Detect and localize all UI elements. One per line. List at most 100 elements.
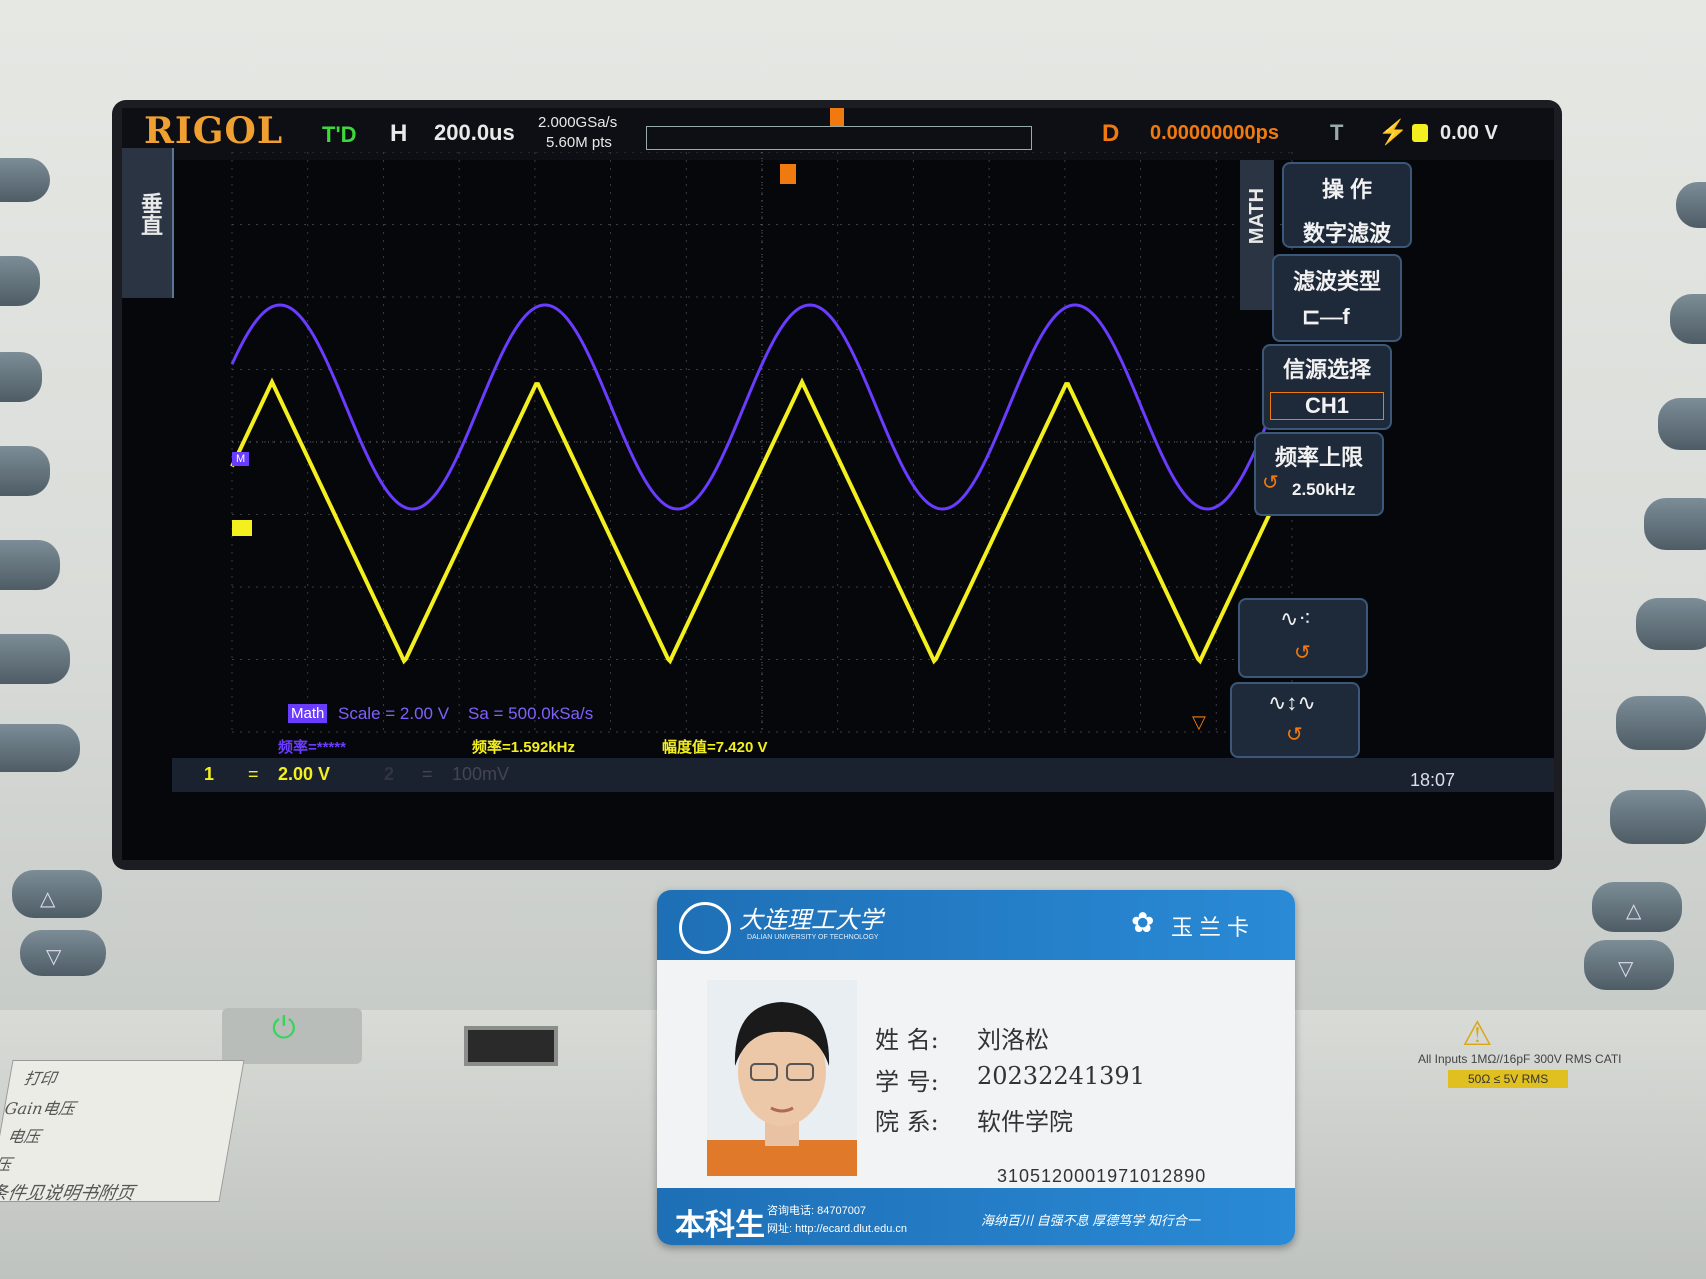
ch1-coupling-icon: =: [248, 764, 259, 784]
freq-limit-title: 频率上限: [1274, 445, 1363, 470]
trigger-source-icon: [1412, 124, 1428, 142]
memory-depth: 5.60M pts: [546, 134, 612, 151]
delay-value[interactable]: 0.00000000ps: [1150, 122, 1279, 145]
ch2-coupling-icon: =: [422, 764, 433, 784]
wave-move-icon: ∿↕∿: [1268, 690, 1316, 715]
timebase-value[interactable]: 200.0us: [434, 120, 515, 146]
measure-amplitude-ch1: 幅度值=7.420 V: [662, 739, 768, 756]
operation-title: 操 作: [1321, 177, 1373, 202]
lowpass-filter-icon: ⊏⎯⎯f: [1302, 304, 1350, 329]
department-label: 院 系:: [875, 1108, 939, 1136]
ch2-scale[interactable]: 100mV: [452, 764, 509, 785]
freq-limit-value: 2.50kHz: [1292, 480, 1356, 499]
trigger-status: T'D: [322, 122, 357, 147]
input-rating-text: All Inputs 1MΩ//16pF 300V RMS CATI: [1418, 1052, 1622, 1066]
right-softkey-7[interactable]: [1610, 790, 1706, 844]
student-id-label: 学 号:: [875, 1068, 939, 1096]
sticker-line-5: 条件见说明书附页: [0, 1183, 136, 1204]
freq-limit-menu-item[interactable]: 频率上限 ↺ 2.50kHz: [1254, 432, 1384, 516]
magnolia-logo-icon: ✿: [1131, 907, 1155, 938]
left-softkey-1[interactable]: [0, 158, 50, 202]
card-brand-name: 玉兰卡: [1171, 916, 1256, 941]
sample-rate: 2.000GSa/s: [538, 114, 618, 131]
math-filtered-trace: [230, 303, 1294, 511]
delay-label: D: [1102, 120, 1120, 147]
sticker-line-1: 打印: [22, 1069, 58, 1088]
trigger-edge-icon: ⚡: [1378, 119, 1408, 146]
service-phone: 咨询电话: 84707007: [767, 1205, 867, 1217]
left-down-arrow-icon: ▽: [46, 946, 62, 968]
math-badge: Math: [288, 704, 328, 723]
ch2-number: 2: [384, 764, 395, 784]
school-motto: 海纳百川 自强不息 厚德笃学 知行合一: [981, 1213, 1200, 1228]
math-menu-tab-label: MATH: [1246, 188, 1268, 245]
university-name-en: DALIAN UNIVERSITY OF TECHNOLOGY: [747, 934, 879, 941]
source-value: CH1: [1270, 392, 1384, 420]
knob-icon-3: ↺: [1286, 724, 1303, 746]
expand-marker-icon: ▽: [1192, 712, 1206, 732]
waveform-adjust-menu-item-2[interactable]: ∿↕∿ ↺: [1230, 682, 1360, 758]
horizontal-label: H: [390, 120, 408, 147]
left-softkey-5[interactable]: [0, 540, 60, 590]
warning-triangle-icon: ⚠: [1462, 1015, 1493, 1053]
wave-adjust-icon: ∿⁖: [1280, 606, 1312, 631]
right-down-arrow-icon: ▽: [1618, 958, 1634, 980]
source-menu-item[interactable]: 信源选择 CH1: [1262, 344, 1392, 430]
sticker-line-2: Gain电压: [3, 1099, 77, 1118]
math-sample-rate: Sa = 500.0kSa/s: [468, 704, 594, 723]
left-softkey-3[interactable]: [0, 352, 42, 402]
knob-icon-2: ↺: [1294, 642, 1311, 664]
left-softkey-2[interactable]: [0, 256, 40, 306]
university-name-cn: 大连理工大学: [739, 906, 883, 934]
math-scale: Scale = 2.00 V: [338, 704, 450, 723]
filter-type-menu-item[interactable]: 滤波类型 ⊏⎯⎯f: [1272, 254, 1402, 342]
brand-logo: RIGOL: [144, 110, 284, 152]
spec-sticker: 打印 Gain电压 电压 压 条件见说明书附页: [0, 1060, 245, 1204]
clock: 18:07: [1410, 770, 1456, 790]
left-up-arrow-icon: △: [40, 888, 56, 910]
math-ground-marker: M: [232, 452, 250, 466]
student-id-value: 20232241391: [977, 1062, 1145, 1090]
right-softkey-5[interactable]: [1636, 598, 1706, 650]
overview-trigger-marker-icon: [830, 108, 844, 126]
right-up-arrow-icon: △: [1626, 900, 1642, 922]
student-photo: [707, 980, 857, 1176]
ch1-number: 1: [204, 764, 215, 784]
usb-port[interactable]: [464, 1026, 558, 1066]
sticker-line-4: 压: [0, 1155, 13, 1174]
knob-icon: ↺: [1262, 472, 1279, 494]
card-number: 3105120001971012890: [997, 1166, 1207, 1186]
measure-frequency-math: 频率=*****: [278, 739, 346, 756]
operation-menu-item[interactable]: 操 作 数字滤波: [1282, 162, 1412, 248]
sticker-line-3: 电压: [6, 1127, 42, 1146]
left-softkey-6[interactable]: [0, 634, 70, 684]
left-scroll-down-button[interactable]: [20, 930, 106, 976]
ch1-ground-marker-icon: [232, 520, 252, 536]
student-level: 本科生: [675, 1209, 765, 1242]
department-value: 软件学院: [977, 1108, 1073, 1136]
trigger-label: T: [1330, 120, 1344, 145]
right-softkey-3[interactable]: [1658, 398, 1706, 450]
power-icon: ⏻: [272, 1012, 296, 1045]
name-label: 姓 名:: [875, 1026, 939, 1054]
center-trigger-marker-icon: [780, 164, 796, 184]
right-softkey-4[interactable]: [1644, 498, 1706, 550]
filter-type-title: 滤波类型: [1292, 269, 1381, 294]
waveform-adjust-menu-item-1[interactable]: ∿⁖ ↺: [1238, 598, 1368, 678]
right-softkey-6[interactable]: [1616, 696, 1706, 750]
left-softkey-4[interactable]: [0, 446, 50, 496]
left-scroll-up-button[interactable]: [12, 870, 102, 918]
ch1-scale[interactable]: 2.00 V: [278, 764, 330, 785]
waveform-overview: [646, 126, 1032, 150]
student-id-card: 大连理工大学 DALIAN UNIVERSITY OF TECHNOLOGY ✿…: [657, 890, 1295, 1245]
left-softkey-7[interactable]: [0, 724, 80, 772]
measure-frequency-ch1: 频率=1.592kHz: [472, 739, 575, 756]
right-softkey-2[interactable]: [1670, 294, 1706, 344]
oscilloscope-screen: RIGOL T'D H 200.0us 2.000GSa/s 5.60M pts…: [122, 108, 1554, 860]
input-rating-badge: 50Ω ≤ 5V RMS: [1448, 1070, 1569, 1088]
university-emblem-icon: [679, 902, 731, 954]
operation-value: 数字滤波: [1302, 221, 1391, 246]
trigger-level[interactable]: 0.00 V: [1440, 122, 1498, 145]
channel-bar: [172, 758, 1554, 792]
waveform-display: [230, 152, 1294, 733]
